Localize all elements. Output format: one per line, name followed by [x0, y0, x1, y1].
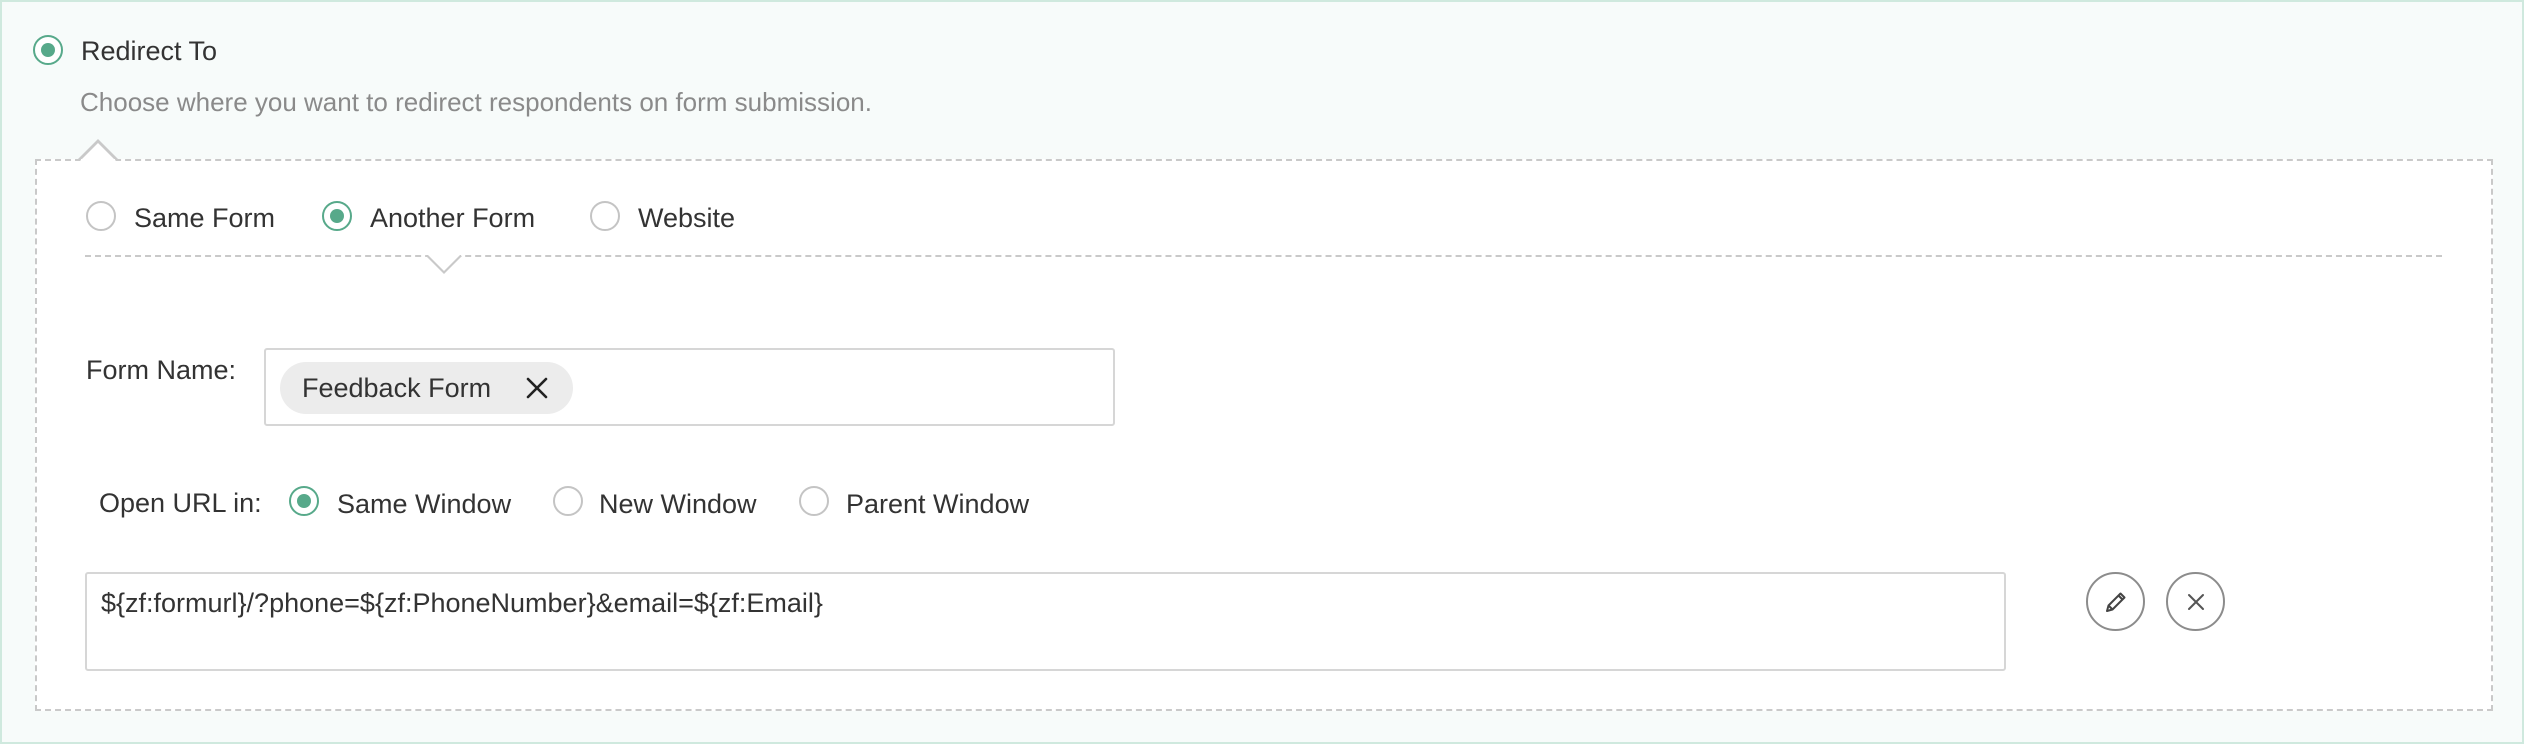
selected-form-name: Feedback Form [302, 372, 492, 403]
redirect-to-radio[interactable] [33, 35, 63, 65]
same-window-label[interactable]: Same Window [337, 488, 511, 520]
pencil-icon [2105, 592, 2125, 612]
close-icon[interactable] [523, 374, 551, 402]
form-name-select[interactable]: Feedback Form [264, 348, 1115, 426]
same-form-radio[interactable] [86, 201, 116, 231]
redirect-settings-card: Redirect To Choose where you want to red… [0, 0, 2524, 744]
parent-window-label[interactable]: Parent Window [846, 488, 1029, 520]
website-label[interactable]: Website [638, 202, 735, 234]
edit-url-button[interactable] [2086, 572, 2145, 631]
website-radio[interactable] [590, 201, 620, 231]
form-name-label: Form Name: [86, 355, 237, 385]
redirect-to-title: Redirect To [81, 36, 218, 66]
another-form-radio[interactable] [322, 201, 352, 231]
same-form-label[interactable]: Same Form [134, 202, 275, 234]
panel-pointer-fill [80, 143, 116, 161]
parent-window-radio[interactable] [799, 486, 829, 516]
open-url-label: Open URL in: [99, 488, 262, 518]
new-window-radio[interactable] [553, 486, 583, 516]
redirect-to-description: Choose where you want to redirect respon… [80, 87, 872, 117]
selected-form-chip: Feedback Form [280, 362, 574, 414]
clear-url-button[interactable] [2166, 572, 2225, 631]
redirect-url-field[interactable]: ${zf:formurl}/?phone=${zf:PhoneNumber}&e… [85, 572, 2006, 671]
another-form-label[interactable]: Another Form [370, 202, 535, 234]
selected-option-pointer-fill [428, 255, 460, 271]
new-window-label[interactable]: New Window [599, 488, 757, 520]
same-window-radio[interactable] [289, 486, 319, 516]
close-icon [2187, 593, 2204, 610]
